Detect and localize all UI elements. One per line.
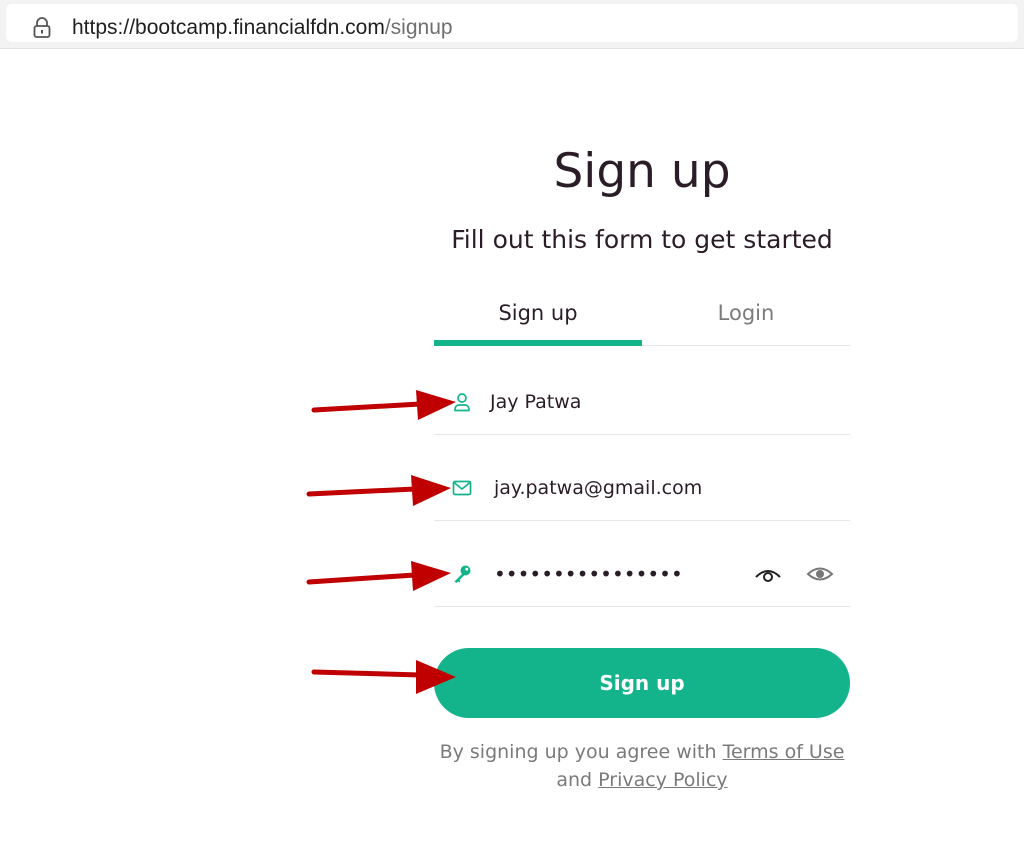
page-title: Sign up bbox=[553, 144, 731, 199]
terms-joiner: and bbox=[556, 769, 593, 791]
url-field[interactable]: https://bootcamp.financialfdn.com/signup bbox=[6, 4, 1018, 42]
terms-of-use-link[interactable]: Terms of Use bbox=[723, 741, 845, 763]
tab-sign-up[interactable]: Sign up bbox=[434, 290, 642, 344]
eye-outline-icon[interactable] bbox=[754, 564, 782, 584]
tab-login[interactable]: Login bbox=[642, 290, 850, 344]
email-field: jay.patwa@gmail.com bbox=[434, 456, 850, 521]
password-field: •••••••••••••••• bbox=[434, 542, 850, 607]
annotation-arrow bbox=[306, 475, 451, 506]
terms-prefix: By signing up you agree with bbox=[439, 741, 717, 763]
sign-up-button[interactable]: Sign up bbox=[434, 648, 850, 718]
url-domain: https://bootcamp.financialfdn.com bbox=[72, 16, 385, 39]
name-field: Jay Patwa bbox=[434, 370, 850, 435]
url-text[interactable]: https://bootcamp.financialfdn.com/signup bbox=[72, 15, 453, 41]
key-icon bbox=[454, 565, 471, 583]
name-input[interactable]: Jay Patwa bbox=[490, 389, 581, 415]
annotation-arrow bbox=[306, 561, 451, 591]
user-icon bbox=[454, 393, 470, 412]
envelope-icon bbox=[452, 480, 472, 496]
url-path: /signup bbox=[384, 16, 453, 39]
eye-icon[interactable] bbox=[806, 564, 834, 584]
auth-tabs: Sign up Login bbox=[434, 290, 850, 346]
email-input[interactable]: jay.patwa@gmail.com bbox=[494, 475, 702, 501]
page-subtitle: Fill out this form to get started bbox=[451, 225, 833, 254]
active-tab-indicator bbox=[434, 340, 642, 346]
password-input[interactable]: •••••••••••••••• bbox=[494, 561, 683, 587]
terms-notice: By signing up you agree with Terms of Us… bbox=[420, 738, 864, 794]
privacy-policy-link[interactable]: Privacy Policy bbox=[598, 769, 727, 791]
browser-address-bar: https://bootcamp.financialfdn.com/signup bbox=[0, 0, 1024, 49]
lock-icon[interactable] bbox=[32, 17, 52, 39]
